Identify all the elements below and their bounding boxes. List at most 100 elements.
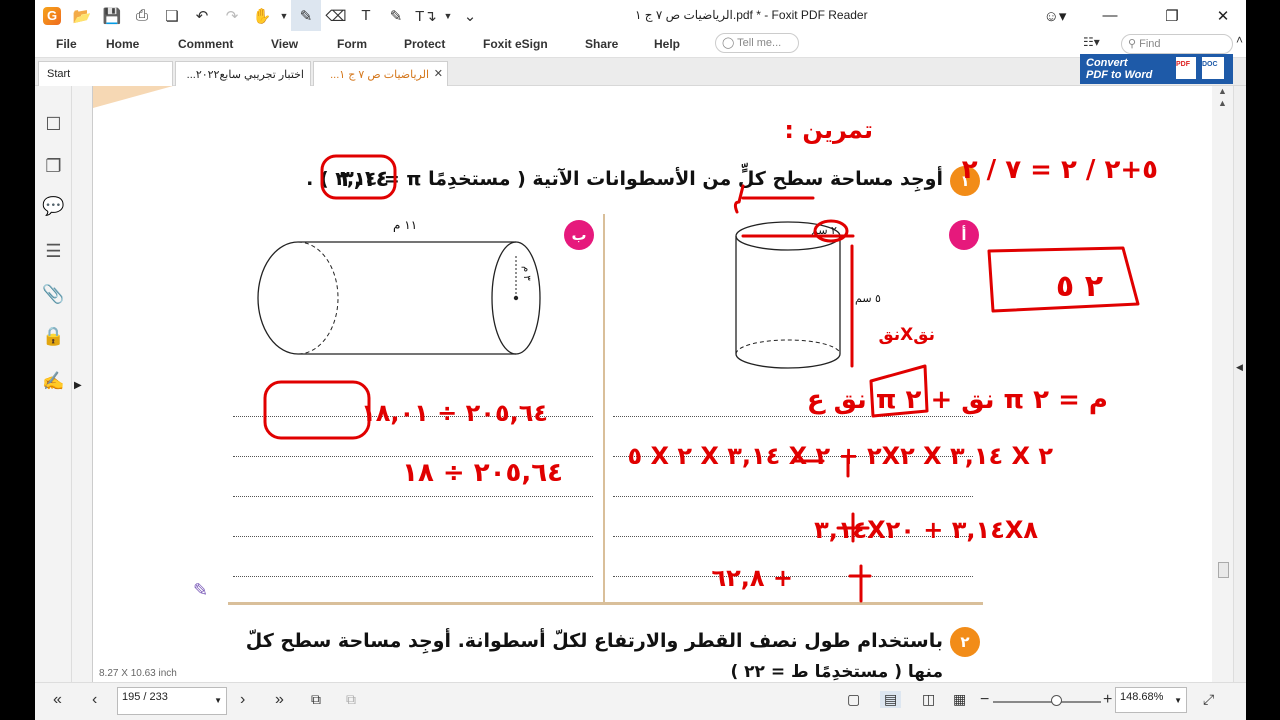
- status-bar: « ‹ 195 / 233 ▼ › » ⧉ ⧉ ▢ ▤ ◫ ▦ − + 148.…: [35, 682, 1246, 720]
- menu-home[interactable]: Home: [106, 37, 139, 51]
- hw-circle-radius: [813, 219, 849, 243]
- zoom-out-icon[interactable]: −: [980, 691, 989, 709]
- hw-boxed-pi: ٣,١٤: [340, 167, 389, 192]
- open-folder-icon[interactable]: 📂: [67, 0, 97, 31]
- zoom-value: 148.68%: [1120, 691, 1164, 703]
- hw-step3: + ٦٢,٨: [711, 564, 793, 592]
- minimize-button[interactable]: —: [1087, 0, 1133, 31]
- typewriter-icon[interactable]: T: [351, 0, 381, 31]
- restore-button[interactable]: ❐: [1149, 0, 1195, 31]
- hw-underline-kull: [733, 184, 745, 214]
- menu-form[interactable]: Form: [337, 37, 367, 51]
- page-indicator: 195 / 233: [122, 691, 168, 703]
- find-placeholder: Find: [1139, 38, 1161, 50]
- zoom-in-icon[interactable]: +: [1103, 691, 1112, 709]
- hand-dropdown-icon[interactable]: ▼: [277, 0, 291, 31]
- previous-page-icon[interactable]: ‹: [92, 691, 97, 709]
- comments-icon[interactable]: 💬: [35, 186, 72, 226]
- document-tab-row: Start اختبار تجريبي سابع٢٠٢٢... الرياضيا…: [35, 58, 1246, 86]
- tell-me-search[interactable]: ◯ Tell me...: [715, 33, 799, 53]
- hw-formula: م = ٢ π نق + ٢ π نق ع: [807, 385, 1108, 415]
- title-bar: G 📂 💾 ⎙ ❏ ↶ ↷ ✋ ▼ ✎ ⌫ T ✎ T↴ ▼ ⌄ الرياضي…: [35, 0, 1246, 31]
- signature-icon[interactable]: ✍: [35, 361, 72, 401]
- scroll-up-icon[interactable]: ▲: [1218, 98, 1227, 108]
- foxit-logo-icon[interactable]: G: [43, 6, 61, 25]
- expand-sidebar-icon[interactable]: ▶: [74, 380, 82, 391]
- continuous-facing-icon[interactable]: ▦: [953, 691, 966, 708]
- menu-help[interactable]: Help: [654, 37, 680, 51]
- find-options-icon[interactable]: ☷▾: [1083, 35, 1100, 49]
- menu-file[interactable]: File: [56, 37, 77, 51]
- text-format-icon[interactable]: T↴: [411, 0, 441, 31]
- account-icon[interactable]: ☺▾: [1035, 0, 1075, 31]
- page-dropdown-icon[interactable]: ▼: [214, 696, 222, 705]
- ribbon-menu-bar: File Home Comment View Form Protect Foxi…: [35, 31, 1246, 58]
- facing-pages-icon[interactable]: ◫: [922, 691, 935, 708]
- vertical-scrollbar[interactable]: ▲ ▲: [1215, 86, 1231, 682]
- format-dropdown-icon[interactable]: ▼: [441, 0, 455, 31]
- tab-start-label: Start: [47, 68, 71, 80]
- page-number-input[interactable]: 195 / 233 ▼: [117, 687, 227, 715]
- hw-b-line2: ٢٠٥,٦٤ ÷ ١٨: [402, 458, 563, 488]
- tab-practice-exam[interactable]: اختبار تجريبي سابع٢٠٢٢...: [175, 61, 311, 86]
- last-page-icon[interactable]: »: [275, 691, 284, 709]
- pencil-tool-icon[interactable]: ✎: [291, 0, 321, 31]
- tell-me-placeholder: Tell me...: [737, 37, 782, 49]
- first-page-icon[interactable]: «: [53, 691, 62, 709]
- zoom-dropdown-icon[interactable]: ▼: [1174, 696, 1182, 705]
- collapse-right-panel-icon[interactable]: ◀: [1236, 362, 1243, 373]
- hw-b-line1: ٢٠٥,٦٤ ÷ ١٨,٠١: [361, 399, 548, 427]
- save-icon[interactable]: 💾: [97, 0, 127, 31]
- navigation-sidebar: ☐ ❐ 💬 ☰ 📎 🔒 ✍: [35, 86, 72, 682]
- single-page-icon[interactable]: ▢: [847, 691, 860, 708]
- hw-box-b1: [263, 380, 371, 440]
- zoom-slider-knob[interactable]: [1051, 695, 1062, 706]
- hand-tool-icon[interactable]: ✋: [247, 0, 277, 31]
- convert-pdf-to-word-banner[interactable]: Convert PDF to Word PDF DOC: [1080, 54, 1233, 84]
- menu-comment[interactable]: Comment: [178, 37, 233, 51]
- attachments-icon[interactable]: 📎: [35, 274, 72, 314]
- undo-icon[interactable]: ↶: [187, 0, 217, 31]
- menu-share[interactable]: Share: [585, 37, 618, 51]
- foxit-window: G 📂 💾 ⎙ ❏ ↶ ↷ ✋ ▼ ✎ ⌫ T ✎ T↴ ▼ ⌄ الرياضي…: [35, 0, 1246, 720]
- menu-foxit-esign[interactable]: Foxit eSign: [483, 37, 548, 51]
- security-icon[interactable]: 🔒: [35, 316, 72, 356]
- doc-file-icon: DOC: [1202, 57, 1224, 79]
- close-tab-icon[interactable]: ✕: [434, 67, 443, 80]
- tab-practice-exam-label: اختبار تجريبي سابع٢٠٢٢...: [186, 69, 304, 81]
- tab-start[interactable]: Start: [38, 61, 173, 86]
- eraser-icon[interactable]: ⌫: [321, 0, 351, 31]
- tab-math-active[interactable]: الرياضيات ص ٧ ج ١... ✕: [313, 61, 448, 86]
- find-input[interactable]: ⚲ Find: [1121, 34, 1233, 54]
- layers-icon[interactable]: ☰: [35, 231, 72, 271]
- close-button[interactable]: ✕: [1200, 0, 1246, 31]
- zoom-input[interactable]: 148.68% ▼: [1115, 687, 1187, 713]
- menu-protect[interactable]: Protect: [404, 37, 445, 51]
- next-page-icon[interactable]: ›: [240, 691, 245, 709]
- new-document-icon[interactable]: ❏: [157, 0, 187, 31]
- fullscreen-icon[interactable]: ⤢: [1203, 691, 1214, 708]
- bookmark-icon[interactable]: ☐: [35, 104, 72, 144]
- continuous-page-icon[interactable]: ▤: [880, 691, 902, 708]
- hw-side-note: نقXنق: [878, 325, 935, 345]
- pages-icon[interactable]: ❐: [35, 146, 72, 186]
- tab-math-label: الرياضيات ص ٧ ج ١...: [330, 69, 429, 81]
- next-view-icon[interactable]: ⧉: [346, 691, 356, 708]
- previous-view-icon[interactable]: ⧉: [311, 691, 321, 708]
- redo-icon[interactable]: ↷: [217, 0, 247, 31]
- pdf-file-icon: PDF: [1176, 57, 1196, 79]
- hw-step2: ٣,١٤X٨ + ٣,١٤X٢٠: [814, 516, 1038, 544]
- customize-quick-access-icon[interactable]: ⌄: [455, 0, 485, 31]
- handwriting-layer: تمرين : ٥+٢ / ٢ = ٧ / ٢ ٢ ٥ ٣,١٤ م = ٢ π…: [263, 116, 1158, 603]
- collapse-ribbon-icon[interactable]: ˄: [1236, 33, 1243, 47]
- pdf-page: ١ أوجِد مساحة سطح كلٍّ من الأسطوانات الآ…: [92, 86, 1212, 682]
- scroll-top-icon[interactable]: ▲: [1218, 86, 1227, 96]
- lightbulb-icon: ◯: [722, 37, 738, 49]
- zoom-slider[interactable]: [993, 701, 1101, 703]
- menu-view[interactable]: View: [271, 37, 298, 51]
- hw-step1: ٢ X ٣,١٤ X ٢X٢ + ٢ X ٣,١٤ X ٢ X ٥: [627, 442, 1053, 470]
- scrollbar-thumb[interactable]: [1218, 562, 1229, 578]
- highlight-icon[interactable]: ✎: [381, 0, 411, 31]
- hw-fraction: ٥+٢ / ٢ = ٧ / ٢: [962, 155, 1158, 185]
- print-icon[interactable]: ⎙: [127, 0, 157, 31]
